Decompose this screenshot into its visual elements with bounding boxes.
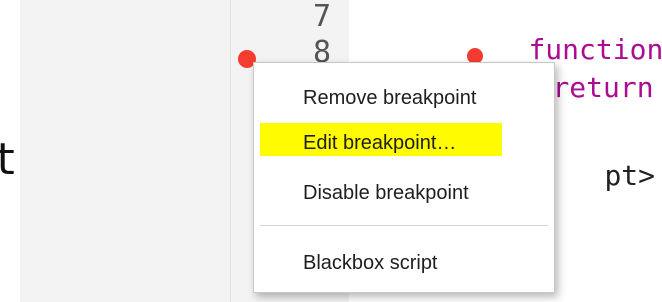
code-text: pt> xyxy=(604,159,656,192)
line-number-7[interactable]: 7 xyxy=(231,2,331,32)
breakpoint-context-menu: Remove breakpoint Edit breakpoint… Disab… xyxy=(253,62,555,293)
clipped-text-glyph: t xyxy=(0,134,18,185)
navigator-panel xyxy=(20,0,230,302)
code-identifier: va xyxy=(654,71,662,104)
menu-item-remove-breakpoint[interactable]: Remove breakpoint xyxy=(254,78,554,118)
clipped-panel-text: t xyxy=(0,130,20,200)
menu-item-blackbox-script[interactable]: Blackbox script xyxy=(254,243,554,283)
menu-item-label: Disable breakpoint xyxy=(303,182,469,204)
menu-item-label: Blackbox script xyxy=(303,252,438,274)
keyword-return: return xyxy=(552,71,654,104)
menu-item-label: Edit breakpoint… xyxy=(303,132,457,154)
menu-item-label: Remove breakpoint xyxy=(303,87,477,109)
menu-item-edit-breakpoint[interactable]: Edit breakpoint… xyxy=(254,123,554,163)
menu-separator xyxy=(260,225,548,226)
menu-item-disable-breakpoint[interactable]: Disable breakpoint xyxy=(254,173,554,213)
